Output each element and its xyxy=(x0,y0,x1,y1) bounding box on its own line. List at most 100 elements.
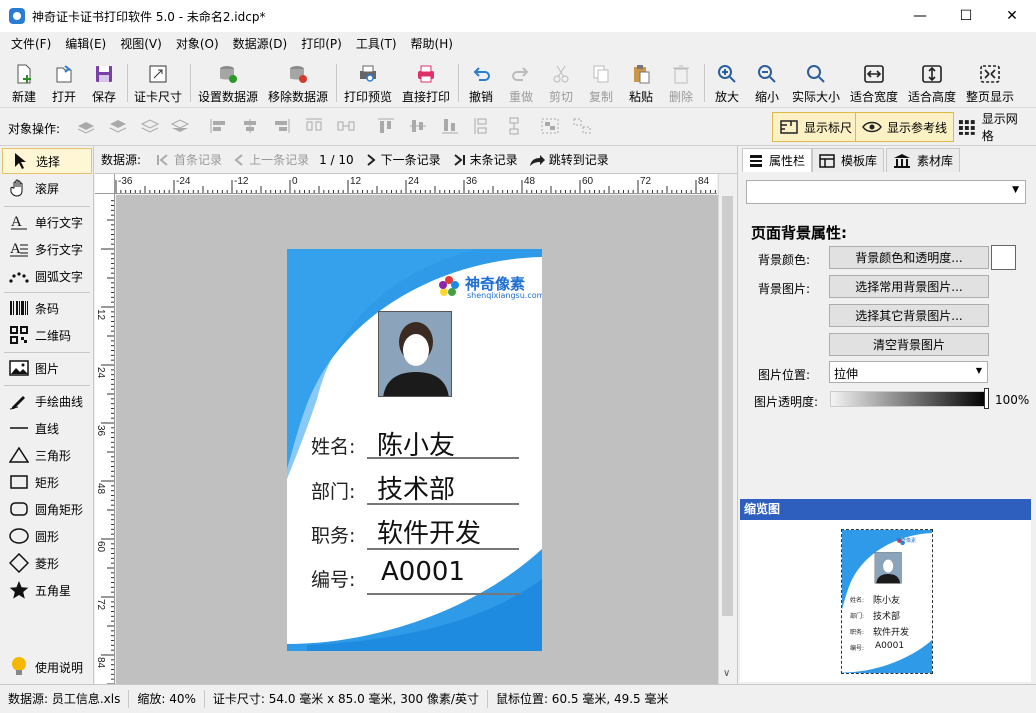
cut-button[interactable]: 剪切 xyxy=(544,59,578,105)
tool-separator xyxy=(4,352,90,353)
menu-object[interactable]: 对象(O) xyxy=(169,32,226,56)
qrcode-tool[interactable]: 二维码 xyxy=(2,322,92,348)
rounded-rect-tool[interactable]: 圆角矩形 xyxy=(2,496,92,522)
first-record-button[interactable]: 首条记录 xyxy=(155,151,222,168)
align-center-icon[interactable] xyxy=(240,117,260,135)
remove-datasource-button[interactable]: 移除数据源 xyxy=(266,59,330,105)
triangle-tool[interactable]: 三角形 xyxy=(2,442,92,468)
bg-color-swatch[interactable] xyxy=(991,245,1016,270)
copy-button[interactable]: 复制 xyxy=(584,59,618,105)
space-horizontal-icon[interactable] xyxy=(336,117,356,135)
scrollbar-thumb[interactable] xyxy=(722,196,733,616)
bg-other-image-button[interactable]: 选择其它背景图片... xyxy=(829,304,989,327)
single-line-text-tool[interactable]: A 单行文字 xyxy=(2,209,92,235)
multi-line-text-tool[interactable]: A 多行文字 xyxy=(2,236,92,262)
image-position-select[interactable]: 拉伸 ▼ xyxy=(829,361,988,383)
zoom-in-button[interactable]: 放大 xyxy=(710,59,744,105)
help-tool[interactable]: 使用说明 xyxy=(2,654,92,680)
arc-text-tool[interactable]: 圆弧文字 xyxy=(2,263,92,289)
tab-templates[interactable]: 模板库 xyxy=(812,148,885,172)
print-preview-button[interactable]: 打印预览 xyxy=(342,59,394,105)
show-ruler-toggle[interactable]: 显示标尺 xyxy=(772,112,860,142)
maximize-button[interactable]: ☐ xyxy=(943,0,989,32)
minimize-button[interactable]: — xyxy=(897,0,943,32)
zoom-out-button[interactable]: 缩小 xyxy=(750,59,784,105)
bg-color-button[interactable]: 背景颜色和透明度... xyxy=(829,246,989,269)
pan-tool[interactable]: 滚屏 xyxy=(2,175,92,201)
fit-width-button[interactable]: 适合宽度 xyxy=(848,59,900,105)
card-value-title[interactable]: 软件开发 xyxy=(377,513,481,550)
scroll-down-arrow-icon[interactable]: ∨ xyxy=(723,668,730,679)
show-grid-toggle[interactable]: 显示网格 xyxy=(950,112,1036,143)
bring-forward-icon[interactable] xyxy=(108,117,128,135)
select-tool[interactable]: 选择 xyxy=(2,148,92,174)
space-vertical-icon[interactable] xyxy=(504,117,524,135)
next-record-button[interactable]: 下一条记录 xyxy=(364,151,441,168)
tab-materials[interactable]: 素材库 xyxy=(886,148,961,172)
send-backward-icon[interactable] xyxy=(140,117,160,135)
menu-tools[interactable]: 工具(T) xyxy=(349,32,404,56)
bg-common-image-button[interactable]: 选择常用背景图片... xyxy=(829,275,989,298)
set-datasource-button[interactable]: 设置数据源 xyxy=(196,59,260,105)
open-button[interactable]: 打开 xyxy=(48,59,80,105)
align-middle-icon[interactable] xyxy=(408,117,428,135)
menu-edit[interactable]: 编辑(E) xyxy=(58,32,113,56)
close-button[interactable]: ✕ xyxy=(989,0,1035,32)
barcode-tool[interactable]: 条码 xyxy=(2,295,92,321)
freehand-tool[interactable]: 手绘曲线 xyxy=(2,388,92,414)
star-tool[interactable]: 五角星 xyxy=(2,577,92,603)
align-bottom-icon[interactable] xyxy=(440,117,460,135)
new-button[interactable]: 新建 xyxy=(8,59,40,105)
menu-datasource[interactable]: 数据源(D) xyxy=(226,32,295,56)
opacity-slider-handle[interactable] xyxy=(984,388,989,409)
delete-button[interactable]: 删除 xyxy=(664,59,698,105)
menu-print[interactable]: 打印(P) xyxy=(294,32,349,56)
image-tool[interactable]: 图片 xyxy=(2,355,92,381)
undo-button[interactable]: 撤销 xyxy=(464,59,498,105)
thumbnail-preview[interactable]: 神奇像素 姓名: 陈小友 部门: 技术部 职务: 软件开发 编号: A0001 xyxy=(841,529,933,674)
distribute-vertical-icon[interactable] xyxy=(472,117,492,135)
ellipse-tool[interactable]: 圆形 xyxy=(2,523,92,549)
photo-frame[interactable] xyxy=(378,311,452,397)
card-value-number[interactable]: A0001 xyxy=(381,557,465,587)
bring-to-front-icon[interactable] xyxy=(76,117,96,135)
align-left-icon[interactable] xyxy=(208,117,228,135)
diamond-tool[interactable]: 菱形 xyxy=(2,550,92,576)
card-value-dept[interactable]: 技术部 xyxy=(377,469,455,506)
paste-button[interactable]: 粘贴 xyxy=(624,59,658,105)
line-tool[interactable]: 直线 xyxy=(2,415,92,441)
jump-arrow-icon xyxy=(529,154,545,166)
redo-button[interactable]: 重做 xyxy=(504,59,538,105)
group-icon[interactable] xyxy=(540,117,560,135)
prev-record-button[interactable]: 上一条记录 xyxy=(232,151,309,168)
menu-view[interactable]: 视图(V) xyxy=(113,32,169,56)
distribute-horizontal-icon[interactable] xyxy=(304,117,324,135)
send-to-back-icon[interactable] xyxy=(170,117,190,135)
id-card[interactable]: 神奇像素 shenqixiangsu.com 姓名: 陈小友 部门: 技术部 职… xyxy=(287,249,542,651)
show-guides-toggle[interactable]: 显示参考线 xyxy=(855,112,955,142)
actual-size-button[interactable]: 实际大小 xyxy=(790,59,842,105)
menu-file[interactable]: 文件(F) xyxy=(4,32,58,56)
thumb-brand: 神奇像素 xyxy=(896,538,917,544)
vertical-scrollbar[interactable]: ∨ xyxy=(718,174,736,684)
clear-bg-image-button[interactable]: 清空背景图片 xyxy=(829,333,989,356)
tab-properties[interactable]: 属性栏 xyxy=(742,148,813,172)
jump-record-button[interactable]: 跳转到记录 xyxy=(528,151,609,168)
opacity-slider[interactable] xyxy=(830,391,988,407)
object-select-dropdown[interactable]: ▼ xyxy=(746,180,1026,204)
card-underline xyxy=(367,457,519,459)
card-size-button[interactable]: 证卡尺寸 xyxy=(133,59,183,105)
align-top-icon[interactable] xyxy=(376,117,396,135)
menu-help[interactable]: 帮助(H) xyxy=(404,32,460,56)
fit-page-button[interactable]: 整页显示 xyxy=(964,59,1016,105)
align-right-icon[interactable] xyxy=(272,117,292,135)
ungroup-icon[interactable] xyxy=(572,117,592,135)
tool-panel: 选择 滚屏 A 单行文字 A 多行文字 圆弧文字 条码 二维码 图片 手绘曲线 … xyxy=(0,146,94,684)
vertical-ruler: 12 24 36 48 60 72 84 xyxy=(95,194,115,684)
fit-height-button[interactable]: 适合高度 xyxy=(906,59,958,105)
zoom-out-icon xyxy=(758,65,776,83)
last-record-button[interactable]: 末条记录 xyxy=(451,151,518,168)
direct-print-button[interactable]: 直接打印 xyxy=(400,59,452,105)
rectangle-tool[interactable]: 矩形 xyxy=(2,469,92,495)
save-button[interactable]: 保存 xyxy=(88,59,120,105)
